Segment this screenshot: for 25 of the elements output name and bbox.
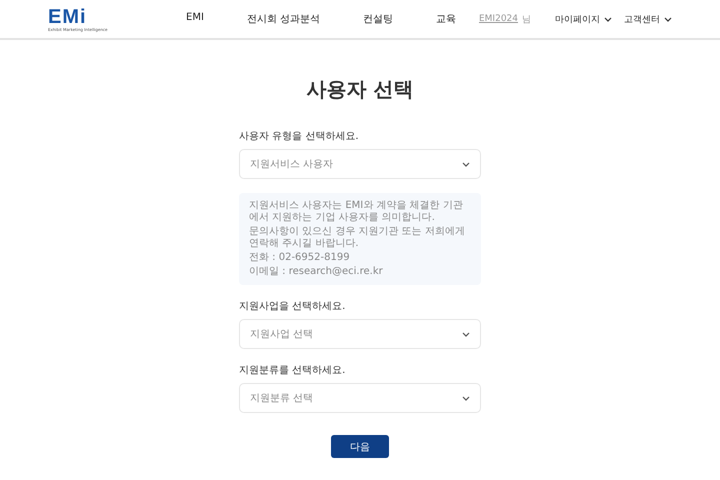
menu-dropdown[interactable]: 고객센터 bbox=[624, 12, 672, 26]
select-field[interactable]: 지원사업 선택 bbox=[239, 319, 481, 349]
info-text: 이메일 : research@eci.re.kr bbox=[249, 266, 384, 278]
field-label: 사용자 유형을 선택하세요. bbox=[239, 130, 360, 143]
next-button[interactable]: 다음 bbox=[331, 435, 389, 458]
chevron-icon bbox=[462, 332, 470, 336]
user-suffix: 님 bbox=[522, 14, 531, 26]
chevron-icon bbox=[664, 16, 672, 22]
field-label: 지원분류를 선택하세요. bbox=[239, 364, 346, 377]
logo-mark: EMi bbox=[48, 6, 88, 26]
nav-link[interactable]: EMI bbox=[186, 12, 204, 26]
select-field[interactable]: 지원분류 선택 bbox=[239, 383, 481, 413]
select-field[interactable]: 지원서비스 사용자 bbox=[239, 149, 481, 179]
info-text: 문의사항이 있으신 경우 지원기관 또는 저희에게 연락해 주시길 바랍니다. bbox=[249, 226, 466, 250]
nav-link[interactable]: 컨설팅 bbox=[363, 12, 394, 26]
info-text: 전화 : 02-6952-8199 bbox=[249, 252, 351, 264]
chevron-icon bbox=[462, 396, 470, 400]
chevron-icon bbox=[462, 162, 470, 166]
nav-link[interactable]: 전시회 성과분석 bbox=[246, 12, 320, 26]
info-text: 지원서비스 사용자는 EMI와 계약을 체결한 기관에서 지원하는 기업 사용자를 의미합니다. bbox=[249, 200, 464, 224]
menu-dropdown[interactable]: 마이페이지 bbox=[555, 12, 612, 26]
chevron-icon bbox=[604, 16, 612, 22]
field-label: 지원사업을 선택하세요. bbox=[239, 300, 346, 313]
page-title: 사용자 선택 bbox=[306, 76, 414, 103]
nav-link[interactable]: 교육 bbox=[436, 12, 456, 26]
